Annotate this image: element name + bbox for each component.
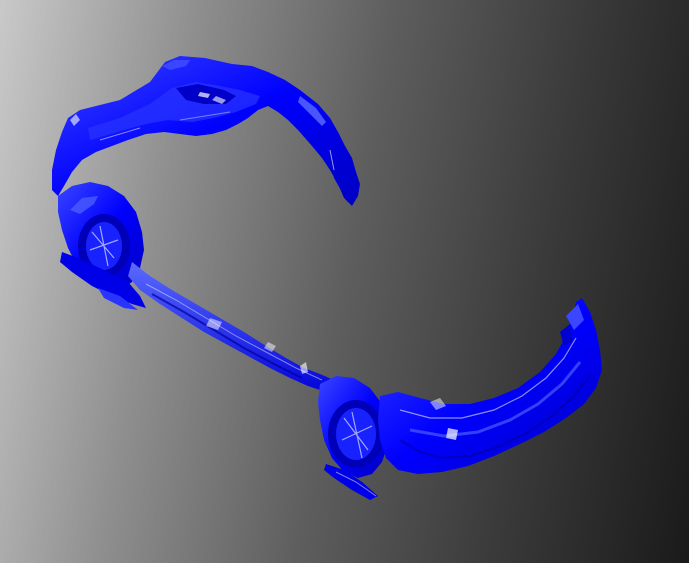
- 3d-scan-viewport[interactable]: [0, 0, 689, 563]
- rear-wheel-scan: [318, 376, 388, 500]
- front-wheel-scan: [58, 182, 146, 310]
- car-scan-mesh[interactable]: [0, 0, 689, 563]
- side-skirt-scan: [128, 262, 344, 396]
- front-bumper-scan: [52, 56, 360, 206]
- rear-bumper-scan: [378, 298, 602, 474]
